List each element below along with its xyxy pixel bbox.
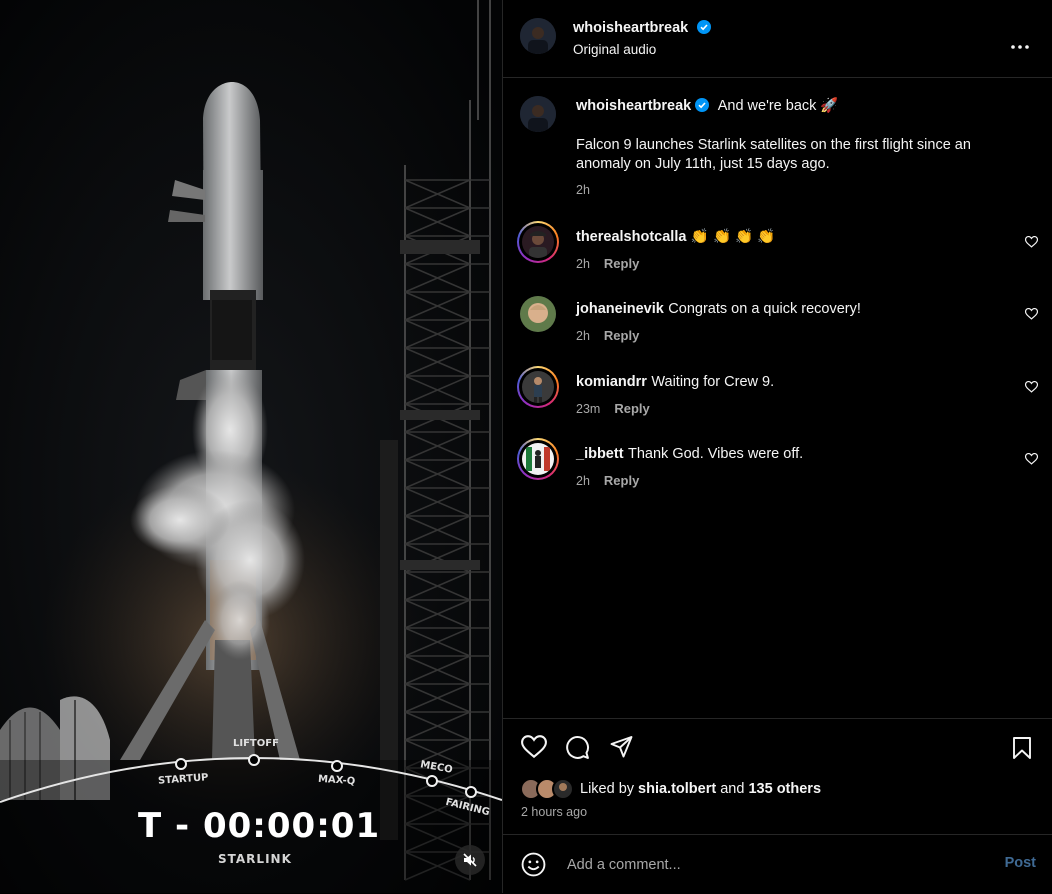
commenter-avatar-ring[interactable] [517, 221, 559, 263]
comment-input[interactable] [565, 853, 989, 877]
liker-avatars[interactable] [520, 778, 584, 800]
commenter-avatar [522, 443, 554, 475]
author-avatar[interactable] [520, 18, 556, 54]
comment-item: _ibbett Thank God. Vibes were off. 2h Rep… [576, 445, 803, 490]
likes-summary: Liked by shia.tolbert and 135 others [580, 781, 821, 797]
likes-joiner: and [720, 781, 745, 797]
verified-badge-icon [696, 20, 711, 34]
comment-time: 2h [576, 329, 590, 343]
more-options-icon [1011, 45, 1029, 49]
likes-others[interactable]: 135 others [748, 781, 821, 797]
commenter-avatar-ring[interactable] [517, 366, 559, 408]
save-button[interactable] [1011, 736, 1033, 765]
comment-text: Waiting for Crew 9. [651, 374, 775, 390]
reply-button[interactable]: Reply [604, 328, 639, 343]
launch-scene [0, 0, 502, 893]
likes-user[interactable]: shia.tolbert [638, 781, 716, 797]
liker-avatar-stack [520, 778, 574, 800]
more-options-button[interactable] [1011, 36, 1029, 54]
comment-bubble-icon [566, 736, 589, 759]
comment-like-icon[interactable] [1025, 236, 1038, 248]
caption-body-line: anomaly on July 11th, just 15 days ago. [576, 156, 830, 172]
comment-username[interactable]: johaneinevik [576, 301, 664, 317]
comment-button[interactable] [565, 735, 590, 765]
caption-body-line: Falcon 9 launches Starlink satellites on… [576, 137, 971, 153]
emoji-button[interactable] [521, 852, 546, 882]
caption-body: Falcon 9 launches Starlink satellites on… [576, 136, 1036, 174]
comment-item: komiandrr Waiting for Crew 9. 23m Reply [576, 373, 774, 418]
caption-time: 2h [576, 183, 590, 197]
post-video[interactable]: STARTUP LIFTOFF MAX-Q MECO FAIRING T - 0… [0, 0, 502, 893]
caption-username[interactable]: whoisheartbreak [576, 98, 691, 114]
reply-button[interactable]: Reply [614, 401, 649, 416]
mute-toggle-button[interactable] [455, 845, 485, 875]
comment-username[interactable]: komiandrr [576, 374, 647, 390]
add-comment-bar: Post [503, 834, 1052, 894]
emoji-icon [521, 852, 546, 877]
like-button[interactable] [521, 735, 547, 764]
comment-username[interactable]: therealshotcalla [576, 229, 686, 245]
comment-time: 2h [576, 474, 590, 488]
comment-item: johaneinevik Congrats on a quick recover… [576, 300, 861, 345]
commenter-avatar[interactable] [520, 296, 556, 332]
heart-icon [521, 735, 547, 759]
audio-label[interactable]: Original audio [573, 42, 656, 57]
commenter-avatar-ring[interactable] [517, 438, 559, 480]
post-view: STARTUP LIFTOFF MAX-Q MECO FAIRING T - 0… [0, 0, 1052, 893]
comment-text: Congrats on a quick recovery! [668, 301, 861, 317]
reply-button[interactable]: Reply [604, 473, 639, 488]
bookmark-icon [1013, 737, 1031, 759]
comment-text: Thank God. Vibes were off. [627, 446, 804, 462]
commenter-avatar [522, 226, 554, 258]
comment-like-icon[interactable] [1025, 453, 1038, 465]
author-username[interactable]: whoisheartbreak [573, 20, 688, 36]
comment-time: 23m [576, 402, 601, 416]
post-header: whoisheartbreak Original audio [503, 0, 1052, 78]
send-icon [610, 736, 633, 758]
countdown-timer: T - 00:00:01 [138, 806, 380, 846]
comment-item: therealshotcalla 👏 👏 👏 👏 2h Reply [576, 228, 775, 273]
comment-text: 👏 👏 👏 👏 [690, 229, 776, 245]
post-comment-button[interactable]: Post [1005, 855, 1036, 871]
verified-badge-icon [695, 98, 710, 112]
likes-prefix: Liked by [580, 781, 635, 797]
caption-headline: And we're back 🚀 [717, 98, 839, 114]
comment-like-icon[interactable] [1025, 308, 1038, 320]
caption-author-avatar[interactable] [520, 96, 556, 132]
post-side-panel: whoisheartbreak Original audio whoishear… [502, 0, 1052, 893]
speaker-muted-icon [463, 853, 477, 867]
post-time: 2 hours ago [521, 805, 588, 819]
share-button[interactable] [609, 735, 634, 764]
caption: whoisheartbreak And we're back 🚀 Falcon … [576, 97, 1036, 197]
comment-time: 2h [576, 257, 590, 271]
post-actions: Liked by shia.tolbert and 135 others 2 h… [503, 718, 1052, 835]
comment-like-icon[interactable] [1025, 381, 1038, 393]
author-name-row: whoisheartbreak [573, 19, 711, 37]
reply-button[interactable]: Reply [604, 256, 639, 271]
countdown-text: T - 00:00:01 [138, 806, 381, 846]
stage-label-liftoff: LIFTOFF [233, 738, 279, 749]
mission-name: STARLINK [218, 852, 292, 866]
commenter-avatar [522, 371, 554, 403]
comment-username[interactable]: _ibbett [576, 446, 624, 462]
